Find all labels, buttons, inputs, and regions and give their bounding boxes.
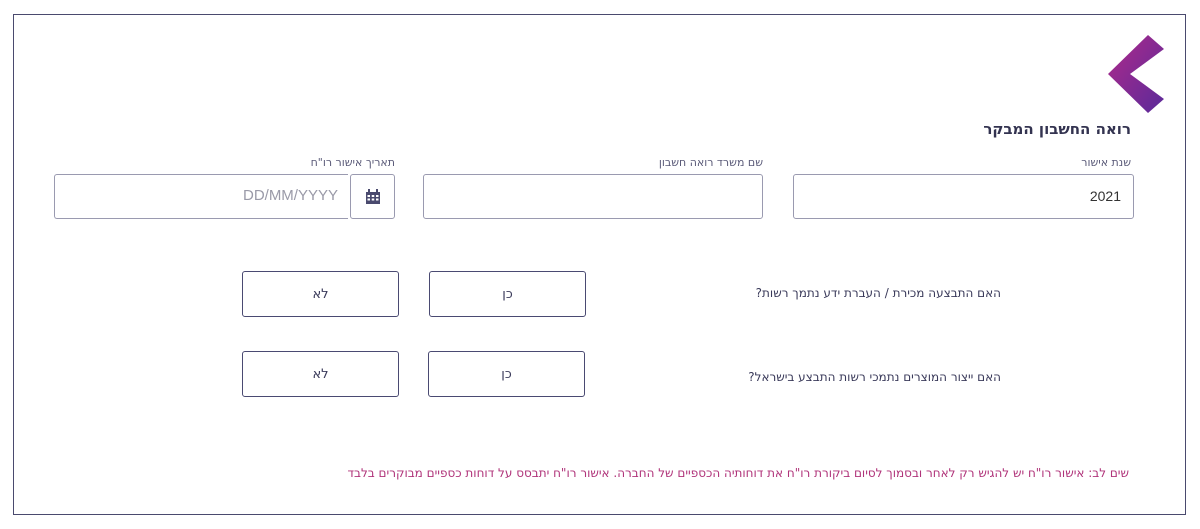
q1-yes-button[interactable]: כן xyxy=(429,271,586,317)
approval-year-value: 2021 xyxy=(1089,188,1121,204)
auditor-approval-note: שים לב: אישור רו"ח יש להגיש רק לאחר ובסמ… xyxy=(347,466,1129,480)
approval-year-field[interactable]: 2021 xyxy=(793,174,1134,219)
section-title: רואה החשבון המבקר xyxy=(983,120,1131,138)
brand-logo xyxy=(1108,35,1164,113)
approval-date-label: תאריך אישור רו"ח xyxy=(310,156,395,169)
approval-year-label: שנת אישור xyxy=(1081,156,1131,169)
q1-no-button[interactable]: לא xyxy=(242,271,399,317)
question-knowledge-transfer: האם התבצעה מכירת / העברת ידע נתמך רשות? xyxy=(755,286,1001,300)
q2-no-button[interactable]: לא xyxy=(242,351,399,397)
approval-date-placeholder: DD/MM/YYYY xyxy=(242,187,338,204)
question-production-israel: האם ייצור המוצרים נתמכי רשות התבצע בישרא… xyxy=(748,370,1001,384)
q2-yes-button[interactable]: כן xyxy=(428,351,585,397)
firm-name-field[interactable] xyxy=(423,174,763,219)
form-frame xyxy=(13,14,1186,515)
calendar-button[interactable] xyxy=(350,174,395,219)
firm-name-label: שם משרד רואה חשבון xyxy=(658,156,763,169)
calendar-icon xyxy=(365,188,380,204)
approval-date-field[interactable]: DD/MM/YYYY xyxy=(54,174,395,219)
